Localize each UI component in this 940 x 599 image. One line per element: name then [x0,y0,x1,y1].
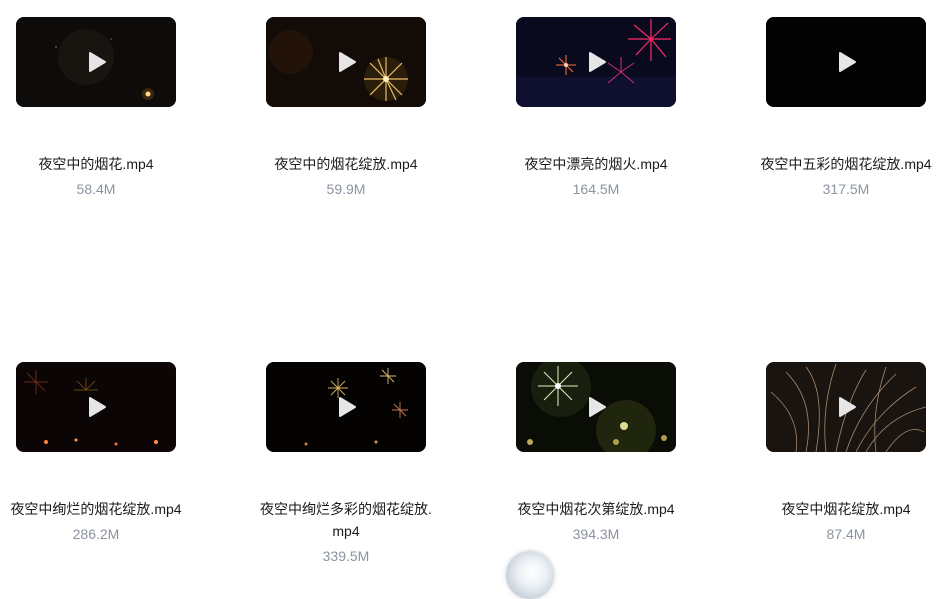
play-icon[interactable] [84,50,108,74]
video-card[interactable]: 夜空中烟花绽放.mp4 87.4M [751,362,940,545]
video-card[interactable]: 夜空中的烟花.mp4 58.4M [1,17,191,200]
video-filesize: 59.9M [326,181,366,197]
play-icon[interactable] [334,50,358,74]
video-thumbnail[interactable] [16,362,176,452]
video-thumbnail[interactable] [266,17,426,107]
video-filename: 夜空中的烟花绽放.mp4 [274,156,418,172]
video-filesize: 317.5M [822,181,870,197]
video-thumbnail[interactable] [766,362,926,452]
video-filename: 夜空中绚烂的烟花绽放.mp4 [10,501,182,517]
video-grid: 夜空中的烟花.mp4 58.4M 夜空中的烟花绽放.mp4 59.9M 夜空中漂… [0,0,940,599]
video-thumbnail[interactable] [516,17,676,107]
video-card[interactable]: 夜空中的烟花绽放.mp4 59.9M [251,17,441,200]
video-filename: 夜空中五彩的烟花绽放.mp4 [760,156,932,172]
video-filename: 夜空中漂亮的烟火.mp4 [524,156,668,172]
video-thumbnail[interactable] [16,17,176,107]
video-filesize: 286.2M [72,526,120,542]
video-filesize: 58.4M [76,181,116,197]
play-icon[interactable] [334,395,358,419]
video-filename: 夜空中烟花绽放.mp4 [781,501,911,517]
video-filesize: 339.5M [322,548,370,564]
play-icon[interactable] [84,395,108,419]
video-filename: 夜空中绚烂多彩的烟花绽放.mp4 [260,501,432,539]
video-card[interactable]: 夜空中绚烂多彩的烟花绽放.mp4 339.5M [251,362,441,567]
video-filename: 夜空中的烟花.mp4 [38,156,154,172]
floating-assistant-bubble[interactable] [506,551,554,599]
video-thumbnail[interactable] [766,17,926,107]
play-icon[interactable] [834,50,858,74]
video-card[interactable]: 夜空中五彩的烟花绽放.mp4 317.5M [751,17,940,200]
video-filesize: 164.5M [572,181,620,197]
play-icon[interactable] [584,50,608,74]
play-icon[interactable] [584,395,608,419]
play-icon[interactable] [834,395,858,419]
video-thumbnail[interactable] [516,362,676,452]
video-thumbnail[interactable] [266,362,426,452]
video-filename: 夜空中烟花次第绽放.mp4 [517,501,675,517]
video-filesize: 394.3M [572,526,620,542]
video-filesize: 87.4M [826,526,866,542]
video-card[interactable]: 夜空中烟花次第绽放.mp4 394.3M [501,362,691,545]
video-card[interactable]: 夜空中漂亮的烟火.mp4 164.5M [501,17,691,200]
video-card[interactable]: 夜空中绚烂的烟花绽放.mp4 286.2M [1,362,191,545]
